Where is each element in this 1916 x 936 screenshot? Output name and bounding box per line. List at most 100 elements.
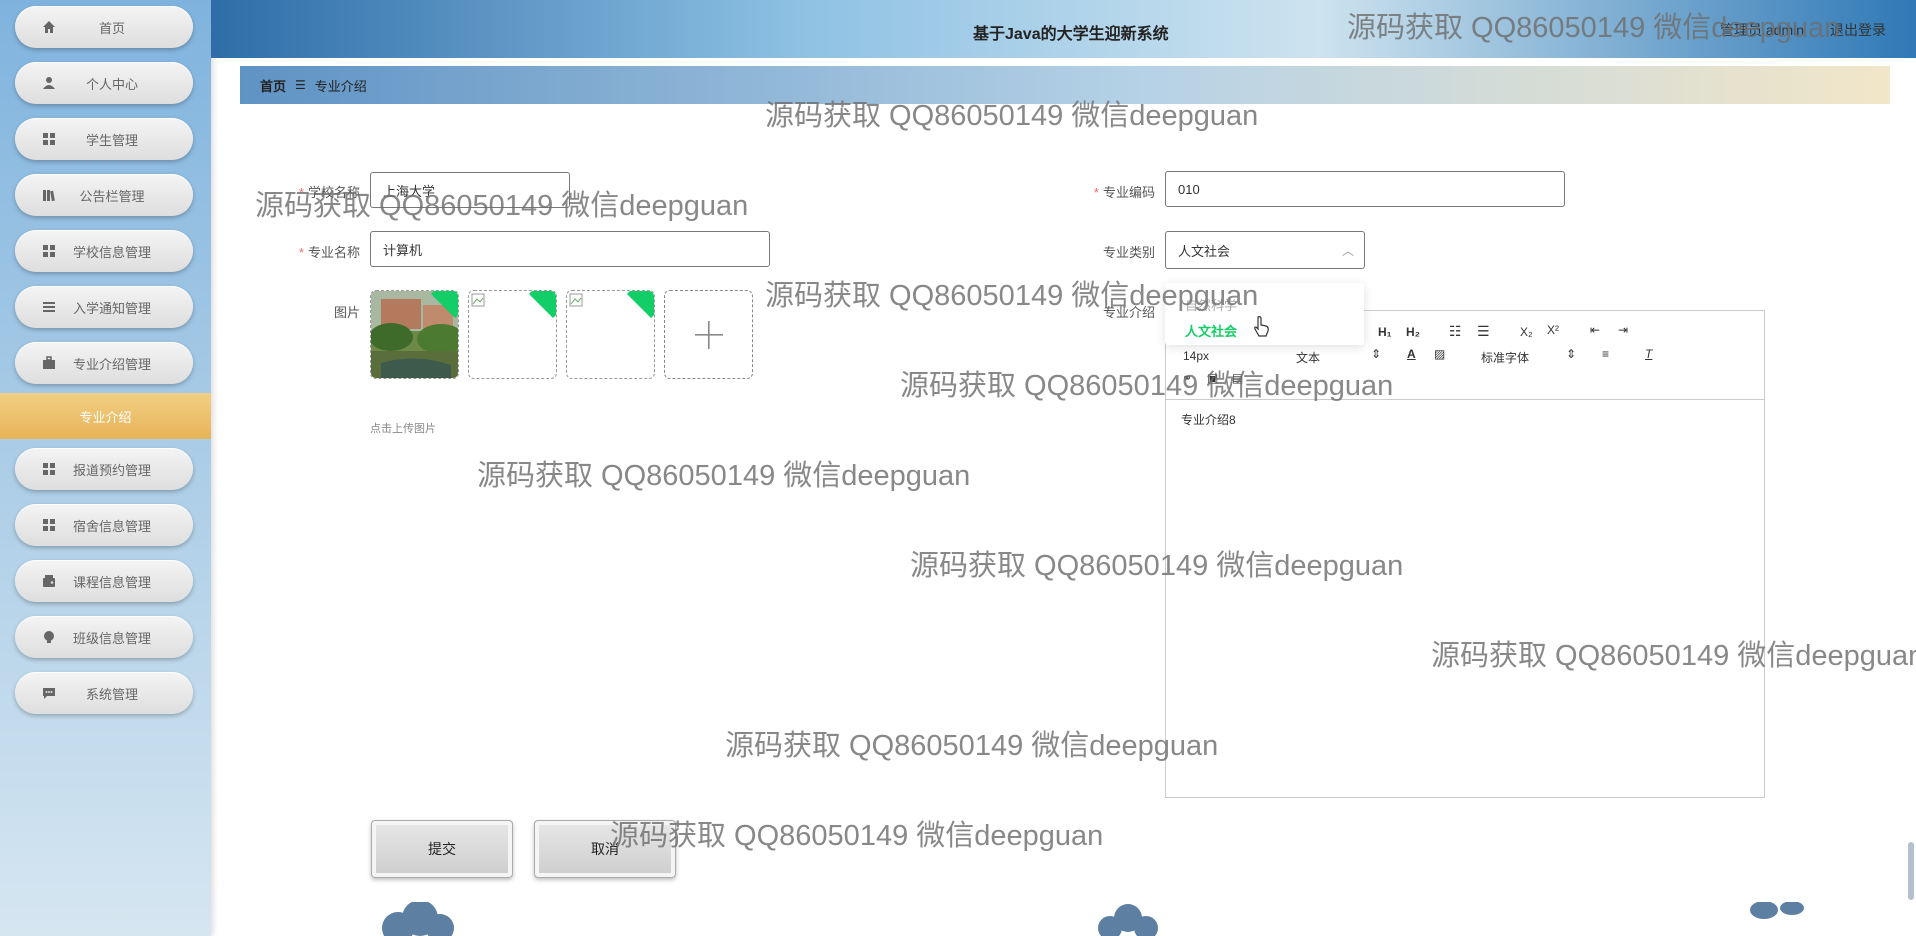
picture-label: 图片 <box>333 305 360 320</box>
decorative-flower-icon <box>382 902 454 936</box>
background-color-icon[interactable]: ▨ <box>1434 347 1445 361</box>
upload-success-badge <box>528 291 556 319</box>
sidebar-item-label: 学生管理 <box>85 132 138 148</box>
sidebar-item-label: 个人中心 <box>85 76 138 92</box>
font-color-icon[interactable]: A <box>1407 347 1416 361</box>
broken-image-icon <box>471 293 485 307</box>
major-type-select[interactable]: 人文社会 ︿ <box>1165 231 1365 269</box>
rich-text-editor[interactable]: H₁ H₂ ☷ ☰ X₂ X² ⇤ ⇥ 14px 文本 ⇕ A ▨ 标准字体 ⇕… <box>1165 310 1765 798</box>
grid-icon <box>41 131 57 147</box>
major-type-value: 人文社会 <box>1178 243 1231 259</box>
app-title: 基于Java的大学生迎新系统 <box>973 26 1169 43</box>
logout-link[interactable]: 退出登录 <box>1830 20 1886 40</box>
upload-button[interactable] <box>664 290 753 379</box>
intro-label: 专业介绍 <box>1102 305 1155 320</box>
sidebar-item-classes[interactable]: 班级信息管理 <box>15 616 193 658</box>
sidebar-item-notice-board[interactable]: 公告栏管理 <box>15 174 193 216</box>
broken-image-icon <box>569 293 583 307</box>
heading1-button[interactable]: H₁ <box>1378 325 1392 339</box>
sidebar-item-courses[interactable]: 课程信息管理 <box>15 560 193 602</box>
ordered-list-icon[interactable]: ☷ <box>1449 323 1462 340</box>
sidebar-item-system[interactable]: 系统管理 <box>15 672 193 714</box>
format-select[interactable]: 文本 <box>1296 349 1320 366</box>
breadcrumb-separator-icon: ☰ <box>295 78 306 92</box>
uploaded-image-3[interactable] <box>566 290 655 379</box>
watermark-text: 源码获取 QQ86050149 微信deepguan <box>477 460 971 492</box>
sidebar-item-students[interactable]: 学生管理 <box>15 118 193 160</box>
subscript-button[interactable]: X₂ <box>1520 325 1533 339</box>
sidebar-item-dormitory[interactable]: 宿舍信息管理 <box>15 504 193 546</box>
sidebar-item-label: 专业介绍管理 <box>72 356 151 372</box>
user-icon <box>41 75 57 91</box>
school-name-field[interactable] <box>370 172 570 208</box>
major-name-field[interactable] <box>370 231 770 267</box>
major-type-label: 专业类别 <box>1102 245 1155 260</box>
briefcase-icon <box>41 355 57 371</box>
link-icon[interactable]: ⚭ <box>1182 371 1192 385</box>
sidebar-item-label: 入学通知管理 <box>72 300 151 316</box>
watermark-text: 源码获取 QQ86050149 微信deepguan <box>610 820 1104 852</box>
sidebar-item-registration[interactable]: 报道预约管理 <box>15 448 193 490</box>
font-family-select[interactable]: 标准字体 <box>1481 349 1529 366</box>
sidebar-subitem-major-intro[interactable]: 专业介绍 <box>0 393 211 439</box>
sidebar-item-home[interactable]: 首页 <box>15 6 193 48</box>
breadcrumb: 首页 ☰ 专业介绍 <box>240 66 1890 104</box>
plus-icon <box>695 321 723 349</box>
indent-icon[interactable]: ⇥ <box>1618 323 1628 337</box>
home-icon <box>41 19 57 35</box>
major-type-dropdown: 自然科学 人文社会 <box>1165 283 1364 345</box>
select-arrows-icon: ⇕ <box>1566 347 1577 361</box>
current-user: 管理员 admin <box>1720 22 1805 38</box>
grid-icon <box>41 517 57 533</box>
dropdown-option[interactable]: 自然科学 <box>1185 295 1237 314</box>
sidebar-item-label: 班级信息管理 <box>72 630 151 646</box>
align-left-icon[interactable]: ≡ <box>1602 347 1609 361</box>
wallet-icon <box>41 573 57 589</box>
sidebar-item-personal-center[interactable]: 个人中心 <box>15 62 193 104</box>
bulb-icon <box>41 629 57 645</box>
major-code-field[interactable] <box>1165 171 1565 207</box>
sidebar-item-label: 系统管理 <box>85 686 138 702</box>
school-name-label: * 学校名称 <box>298 185 360 200</box>
sidebar: 首页 个人中心 学生管理 公告栏管理 学校信息管理 入学通知管理 专业介绍管理 … <box>0 0 211 936</box>
page-scrollbar[interactable] <box>1908 842 1914 900</box>
breadcrumb-home[interactable]: 首页 <box>260 76 286 95</box>
chat-icon <box>41 685 57 701</box>
dropdown-option-selected[interactable]: 人文社会 <box>1185 321 1237 340</box>
watermark-text: 源码获取 QQ86050149 微信deepguan <box>725 730 1219 762</box>
outdent-icon[interactable]: ⇤ <box>1590 323 1600 337</box>
image-icon[interactable]: ▣ <box>1207 371 1218 385</box>
sidebar-item-label: 首页 <box>98 20 125 36</box>
bullet-list-icon[interactable]: ☰ <box>1477 323 1490 340</box>
major-name-label: * 专业名称 <box>298 245 360 260</box>
major-code-label: * 专业编码 <box>1093 185 1155 200</box>
sidebar-item-label: 公告栏管理 <box>79 188 145 204</box>
editor-content[interactable]: 专业介绍8 <box>1181 411 1236 428</box>
decorative-flower-icon <box>1750 902 1804 919</box>
select-arrows-icon: ⇕ <box>1371 347 1382 361</box>
heading2-button[interactable]: H₂ <box>1406 325 1420 339</box>
sidebar-item-school-info[interactable]: 学校信息管理 <box>15 230 193 272</box>
video-icon[interactable]: ▤ <box>1232 371 1243 385</box>
clear-format-icon[interactable]: T <box>1645 347 1652 361</box>
decorative-flower-icon <box>1098 904 1158 936</box>
sidebar-item-label: 报道预约管理 <box>72 462 151 478</box>
upload-hint: 点击上传图片 <box>370 423 436 435</box>
superscript-button[interactable]: X² <box>1547 323 1559 337</box>
submit-button[interactable]: 提交 <box>371 820 513 878</box>
font-size-select[interactable]: 14px <box>1183 349 1209 363</box>
uploaded-image-1[interactable] <box>370 290 459 379</box>
sidebar-item-label: 宿舍信息管理 <box>72 518 151 534</box>
uploaded-image-2[interactable] <box>468 290 557 379</box>
cancel-button[interactable]: 取消 <box>534 820 676 878</box>
book-icon <box>41 187 57 203</box>
sidebar-item-admission-notice[interactable]: 入学通知管理 <box>15 286 193 328</box>
hand-cursor-icon <box>1254 316 1269 337</box>
sidebar-item-label: 学校信息管理 <box>72 244 151 260</box>
upload-success-badge <box>626 291 654 319</box>
breadcrumb-current: 专业介绍 <box>314 78 367 94</box>
list-icon <box>41 299 57 315</box>
grid-icon <box>41 461 57 477</box>
sidebar-item-label: 课程信息管理 <box>72 574 151 590</box>
sidebar-item-major-intro[interactable]: 专业介绍管理 <box>15 342 193 384</box>
